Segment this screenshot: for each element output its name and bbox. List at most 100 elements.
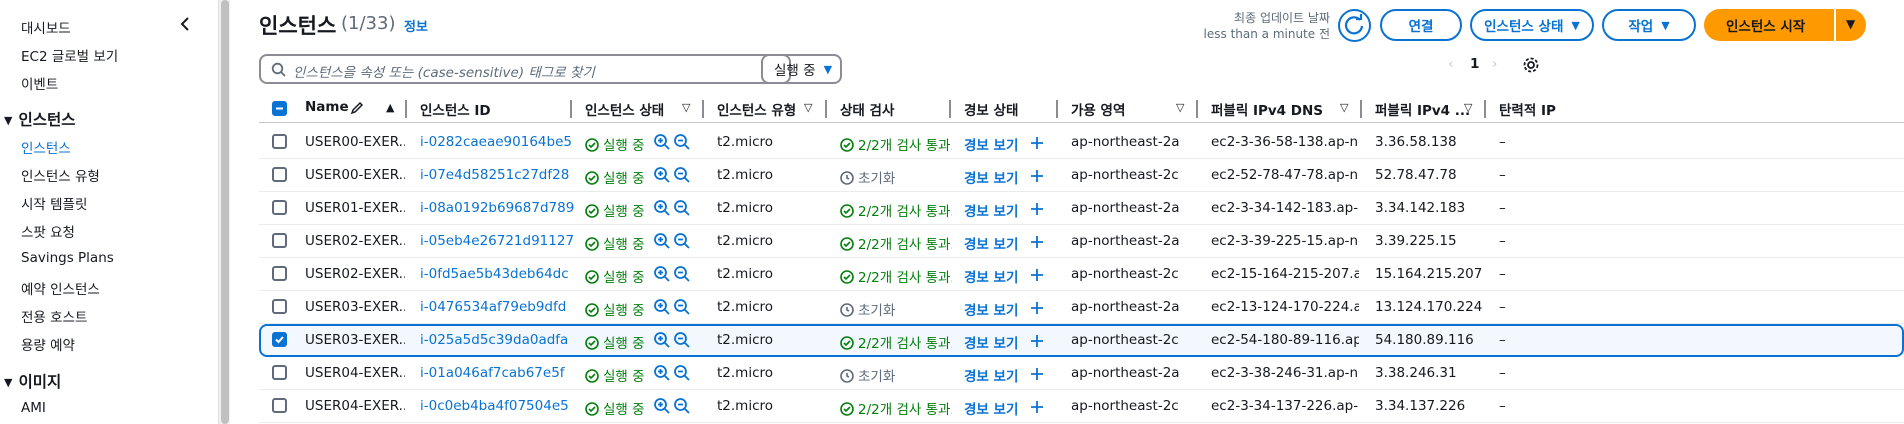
scrollbar-thumb[interactable] (221, 0, 229, 424)
caret-down-icon[interactable]: ▼ (1846, 17, 1855, 31)
chevron-left-icon[interactable] (176, 14, 196, 34)
sidebar-item-capacity-reservations[interactable]: 용량 예약 (21, 334, 75, 354)
zoom-in-icon[interactable] (653, 232, 671, 250)
sidebar-section-images[interactable]: ▼ 이미지 (4, 370, 61, 392)
col-instance-type[interactable]: 인스턴스 유형 (717, 99, 796, 119)
row-checkbox[interactable] (272, 233, 287, 248)
page-number[interactable]: 1 (1470, 56, 1479, 72)
gear-icon[interactable] (1522, 56, 1540, 74)
table-row[interactable]: USER00-EXER... i-0282caeae90164be5 실행 중 t2.… (259, 126, 1904, 159)
zoom-in-icon[interactable] (653, 298, 671, 316)
state-filter-select[interactable]: 실행 중 ▼ (761, 54, 842, 84)
add-alarm-icon[interactable] (1030, 300, 1048, 318)
zoom-in-icon[interactable] (653, 397, 671, 415)
instance-state-button[interactable]: 인스턴스 상태 ▼ (1470, 9, 1594, 41)
launch-instance-button[interactable]: 인스턴스 시작 ▼ (1704, 9, 1866, 41)
sort-icon[interactable]: ▽ (1464, 101, 1472, 114)
instance-id-link[interactable]: i-0c0eb4ba4f07504e5 (420, 398, 569, 414)
select-all-checkbox[interactable] (272, 101, 287, 116)
add-alarm-icon[interactable] (1030, 267, 1048, 285)
instance-id-link[interactable]: i-05eb4e26721d91127 (420, 233, 574, 249)
zoom-in-icon[interactable] (653, 199, 671, 217)
zoom-in-icon[interactable] (653, 331, 671, 349)
sort-icon[interactable]: ▽ (804, 101, 812, 114)
sidebar-item-ec2-global-view[interactable]: EC2 글로벌 보기 (21, 45, 118, 65)
view-alarms-link[interactable]: 경보 보기 (964, 233, 1018, 253)
table-row[interactable]: USER04-EXER... i-0c0eb4ba4f07504e5 실행 중 t2.… (259, 390, 1904, 423)
sidebar-item-events[interactable]: 이벤트 (21, 73, 58, 93)
row-checkbox[interactable] (272, 167, 287, 182)
add-alarm-icon[interactable] (1030, 201, 1048, 219)
search-input[interactable]: 인스턴스을 속성 또는 (case-sensitive) 태그로 찾기 (259, 54, 791, 84)
col-name[interactable]: Name (305, 99, 349, 115)
table-row[interactable]: USER01-EXER... i-08a0192b69687d789 실행 중 t2.… (259, 192, 1904, 225)
zoom-out-icon[interactable] (673, 331, 691, 349)
zoom-in-icon[interactable] (653, 364, 671, 382)
col-status-check[interactable]: 상태 검사 (840, 99, 894, 119)
view-alarms-link[interactable]: 경보 보기 (964, 200, 1018, 220)
sidebar-item-instances[interactable]: 인스턴스 (21, 137, 71, 157)
col-instance-id[interactable]: 인스턴스 ID (420, 99, 491, 119)
table-row[interactable]: USER03-EXER... i-025a5d5c39da0adfa 실행 중 t2.… (259, 324, 1904, 357)
row-checkbox[interactable] (272, 266, 287, 281)
row-checkbox[interactable] (272, 134, 287, 149)
zoom-in-icon[interactable] (653, 133, 671, 151)
zoom-out-icon[interactable] (673, 364, 691, 382)
add-alarm-icon[interactable] (1030, 333, 1048, 351)
col-availability-zone[interactable]: 가용 영역 (1071, 99, 1125, 119)
sidebar-section-instances[interactable]: ▼ 인스턴스 (4, 108, 76, 130)
view-alarms-link[interactable]: 경보 보기 (964, 134, 1018, 154)
sidebar-item-reserved-instances[interactable]: 예약 인스턴스 (21, 278, 100, 298)
zoom-out-icon[interactable] (673, 298, 691, 316)
col-public-ipv4[interactable]: 퍼블릭 IPv4 ... (1375, 99, 1470, 119)
instance-id-link[interactable]: i-01a046af7cab67e5f (420, 365, 565, 381)
add-alarm-icon[interactable] (1030, 366, 1048, 384)
add-alarm-icon[interactable] (1030, 234, 1048, 252)
zoom-in-icon[interactable] (653, 265, 671, 283)
zoom-out-icon[interactable] (673, 397, 691, 415)
col-public-dns[interactable]: 퍼블릭 IPv4 DNS (1211, 99, 1323, 119)
instance-id-link[interactable]: i-08a0192b69687d789 (420, 200, 574, 216)
view-alarms-link[interactable]: 경보 보기 (964, 332, 1018, 352)
sort-icon[interactable]: ▽ (682, 101, 690, 114)
add-alarm-icon[interactable] (1030, 135, 1048, 153)
sidebar-item-savings-plans[interactable]: Savings Plans (21, 250, 114, 266)
table-row[interactable]: USER00-EXER... i-07e4d58251c27df28 실행 중 t2.… (259, 159, 1904, 192)
sidebar-item-launch-templates[interactable]: 시작 템플릿 (21, 193, 87, 213)
edit-icon[interactable] (350, 101, 364, 115)
sidebar-item-dedicated-hosts[interactable]: 전용 호스트 (21, 306, 87, 326)
view-alarms-link[interactable]: 경보 보기 (964, 398, 1018, 418)
instance-id-link[interactable]: i-07e4d58251c27df28 (420, 167, 569, 183)
connect-button[interactable]: 연결 (1380, 9, 1462, 41)
prev-page-icon[interactable]: ‹ (1448, 56, 1453, 72)
next-page-icon[interactable]: › (1492, 56, 1497, 72)
sidebar-item-instance-types[interactable]: 인스턴스 유형 (21, 165, 100, 185)
row-checkbox[interactable] (272, 365, 287, 380)
row-checkbox[interactable] (272, 332, 287, 347)
sort-icon[interactable]: ▽ (1340, 101, 1348, 114)
instance-id-link[interactable]: i-0476534af79eb9dfd (420, 299, 566, 315)
instance-id-link[interactable]: i-0282caeae90164be5 (420, 134, 572, 150)
zoom-out-icon[interactable] (673, 265, 691, 283)
table-row[interactable]: USER02-EXER... i-0fd5ae5b43deb64dc 실행 중 t2.… (259, 258, 1904, 291)
sidebar-item-spot-requests[interactable]: 스팟 요청 (21, 221, 75, 241)
refresh-button[interactable] (1338, 9, 1371, 42)
zoom-out-icon[interactable] (673, 199, 691, 217)
info-link[interactable]: 정보 (404, 16, 428, 35)
sort-ascending-icon[interactable]: ▲ (386, 101, 394, 114)
sort-icon[interactable]: ▽ (1176, 101, 1184, 114)
add-alarm-icon[interactable] (1030, 399, 1048, 417)
sidebar-scrollbar[interactable] (218, 0, 230, 424)
view-alarms-link[interactable]: 경보 보기 (964, 266, 1018, 286)
row-checkbox[interactable] (272, 398, 287, 413)
instance-id-link[interactable]: i-0fd5ae5b43deb64dc (420, 266, 569, 282)
col-alarm-status[interactable]: 경보 상태 (964, 99, 1018, 119)
zoom-out-icon[interactable] (673, 232, 691, 250)
zoom-in-icon[interactable] (653, 166, 671, 184)
sidebar-item-dashboard[interactable]: 대시보드 (21, 17, 71, 37)
view-alarms-link[interactable]: 경보 보기 (964, 167, 1018, 187)
actions-button[interactable]: 작업 ▼ (1602, 9, 1696, 41)
view-alarms-link[interactable]: 경보 보기 (964, 299, 1018, 319)
view-alarms-link[interactable]: 경보 보기 (964, 365, 1018, 385)
instance-id-link[interactable]: i-025a5d5c39da0adfa (420, 332, 568, 348)
